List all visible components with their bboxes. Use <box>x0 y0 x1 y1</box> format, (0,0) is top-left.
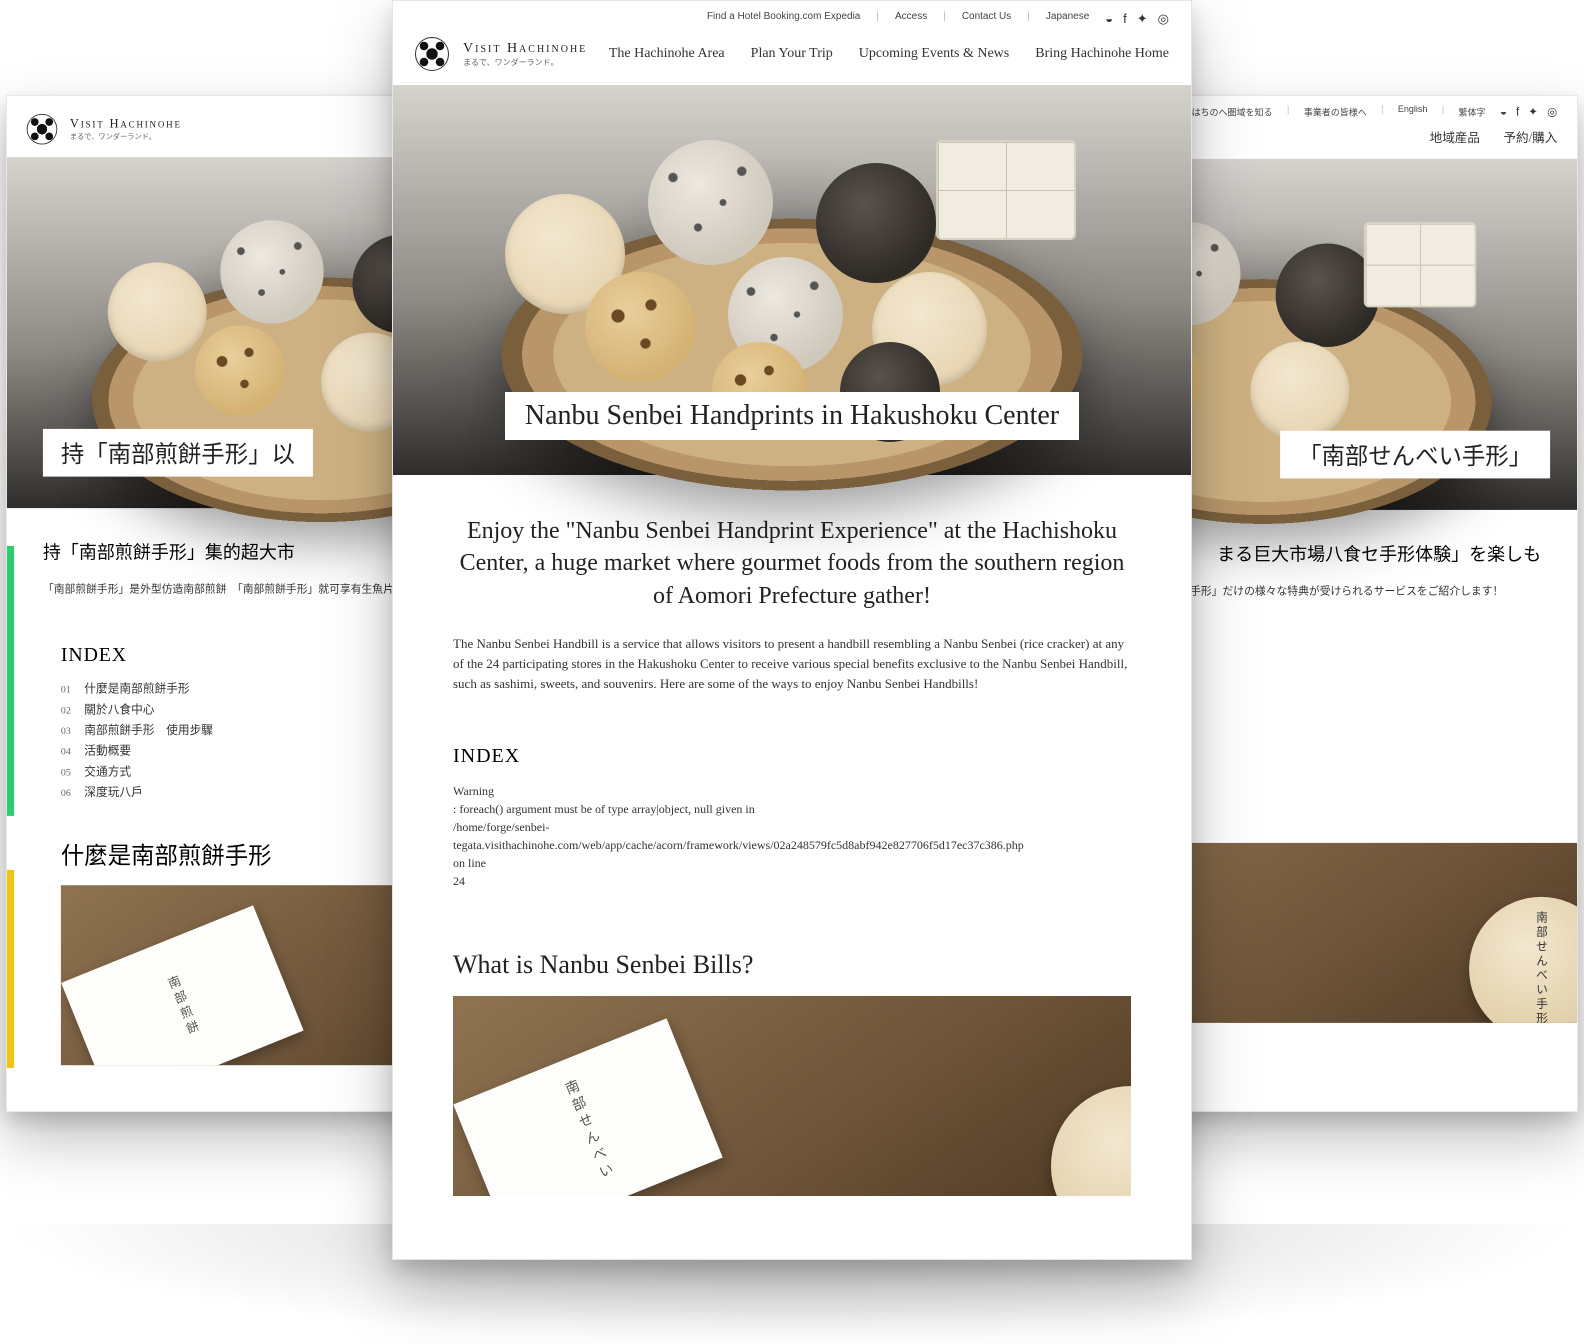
nav-item[interactable]: Upcoming Events & News <box>859 46 1009 62</box>
accent-stripe-yellow <box>7 870 14 1068</box>
line-icon[interactable]: ◒ <box>1105 11 1113 27</box>
senbei-tag <box>1051 1086 1131 1196</box>
site-logo-icon[interactable] <box>415 37 449 71</box>
page-preview-center: Find a Hotel Booking.com Expedia| Access… <box>392 0 1192 1260</box>
brand-tagline: まるで、ワンダーランド。 <box>70 131 182 141</box>
subheading: Enjoy the "Nanbu Senbei Handprint Experi… <box>453 515 1131 612</box>
facebook-icon[interactable]: f <box>1123 11 1127 27</box>
hero-title: 持「南部煎餅手形」以 <box>43 429 313 477</box>
twitter-icon[interactable]: ✦ <box>1528 105 1538 119</box>
php-warning-text: Warning : foreach() argument must be of … <box>453 782 1131 890</box>
intro-paragraph: The Nanbu Senbei Handbill is a service t… <box>453 634 1131 694</box>
brand-name[interactable]: Visit Hachinohe <box>70 117 182 131</box>
utility-link[interactable]: はちのへ圏域を知る <box>1192 105 1273 119</box>
utility-link[interactable]: Japanese <box>1046 11 1089 27</box>
senbei-tag: 南部せんべい手形 <box>1469 897 1577 1023</box>
utility-link[interactable]: English <box>1398 105 1428 119</box>
brand-name[interactable]: Visit Hachinohe <box>463 41 587 57</box>
instagram-icon[interactable]: ◎ <box>1158 11 1169 27</box>
nav-item[interactable]: 予約/購入 <box>1503 128 1557 146</box>
section-image: 南部せんべい <box>453 996 1131 1196</box>
utility-link[interactable]: Access <box>895 11 927 27</box>
accent-stripe-green <box>7 546 14 816</box>
line-icon[interactable]: ◒ <box>1500 105 1507 119</box>
utility-link[interactable]: 事業者の皆様へ <box>1304 105 1367 119</box>
nav-item[interactable]: The Hachinohe Area <box>609 46 725 62</box>
hero-title: Nanbu Senbei Handprints in Hakushoku Cen… <box>505 392 1079 440</box>
utility-link[interactable]: Contact Us <box>962 11 1011 27</box>
primary-nav: The Hachinohe Area Plan Your Trip Upcomi… <box>609 46 1169 62</box>
twitter-icon[interactable]: ✦ <box>1137 11 1148 27</box>
instagram-icon[interactable]: ◎ <box>1547 105 1557 119</box>
utility-link[interactable]: Find a Hotel Booking.com Expedia <box>707 11 860 27</box>
nav-item[interactable]: Bring Hachinohe Home <box>1035 46 1169 62</box>
utility-link[interactable]: 繁体字 <box>1459 105 1486 119</box>
facebook-icon[interactable]: f <box>1516 105 1519 119</box>
index-heading: INDEX <box>453 745 1131 768</box>
nav-item[interactable]: Plan Your Trip <box>751 46 833 62</box>
paper-card: 南部せんべい <box>453 1018 722 1196</box>
brand-row: Visit Hachinohe まるで、ワンダーランド。 The Hachino… <box>393 31 1191 85</box>
primary-nav: 地域産品 予約/購入 <box>1430 128 1558 146</box>
hero-title: 「南部せんべい手形」 <box>1280 431 1550 479</box>
hero-image: Nanbu Senbei Handprints in Hakushoku Cen… <box>393 85 1191 475</box>
site-logo-icon[interactable] <box>27 114 58 145</box>
paper-card: 南部煎餅 <box>61 906 303 1066</box>
utility-nav: Find a Hotel Booking.com Expedia| Access… <box>393 1 1191 31</box>
nav-item[interactable]: 地域産品 <box>1430 128 1480 146</box>
brand-tagline: まるで、ワンダーランド。 <box>463 57 587 68</box>
section-heading: What is Nanbu Senbei Bills? <box>453 950 1131 980</box>
